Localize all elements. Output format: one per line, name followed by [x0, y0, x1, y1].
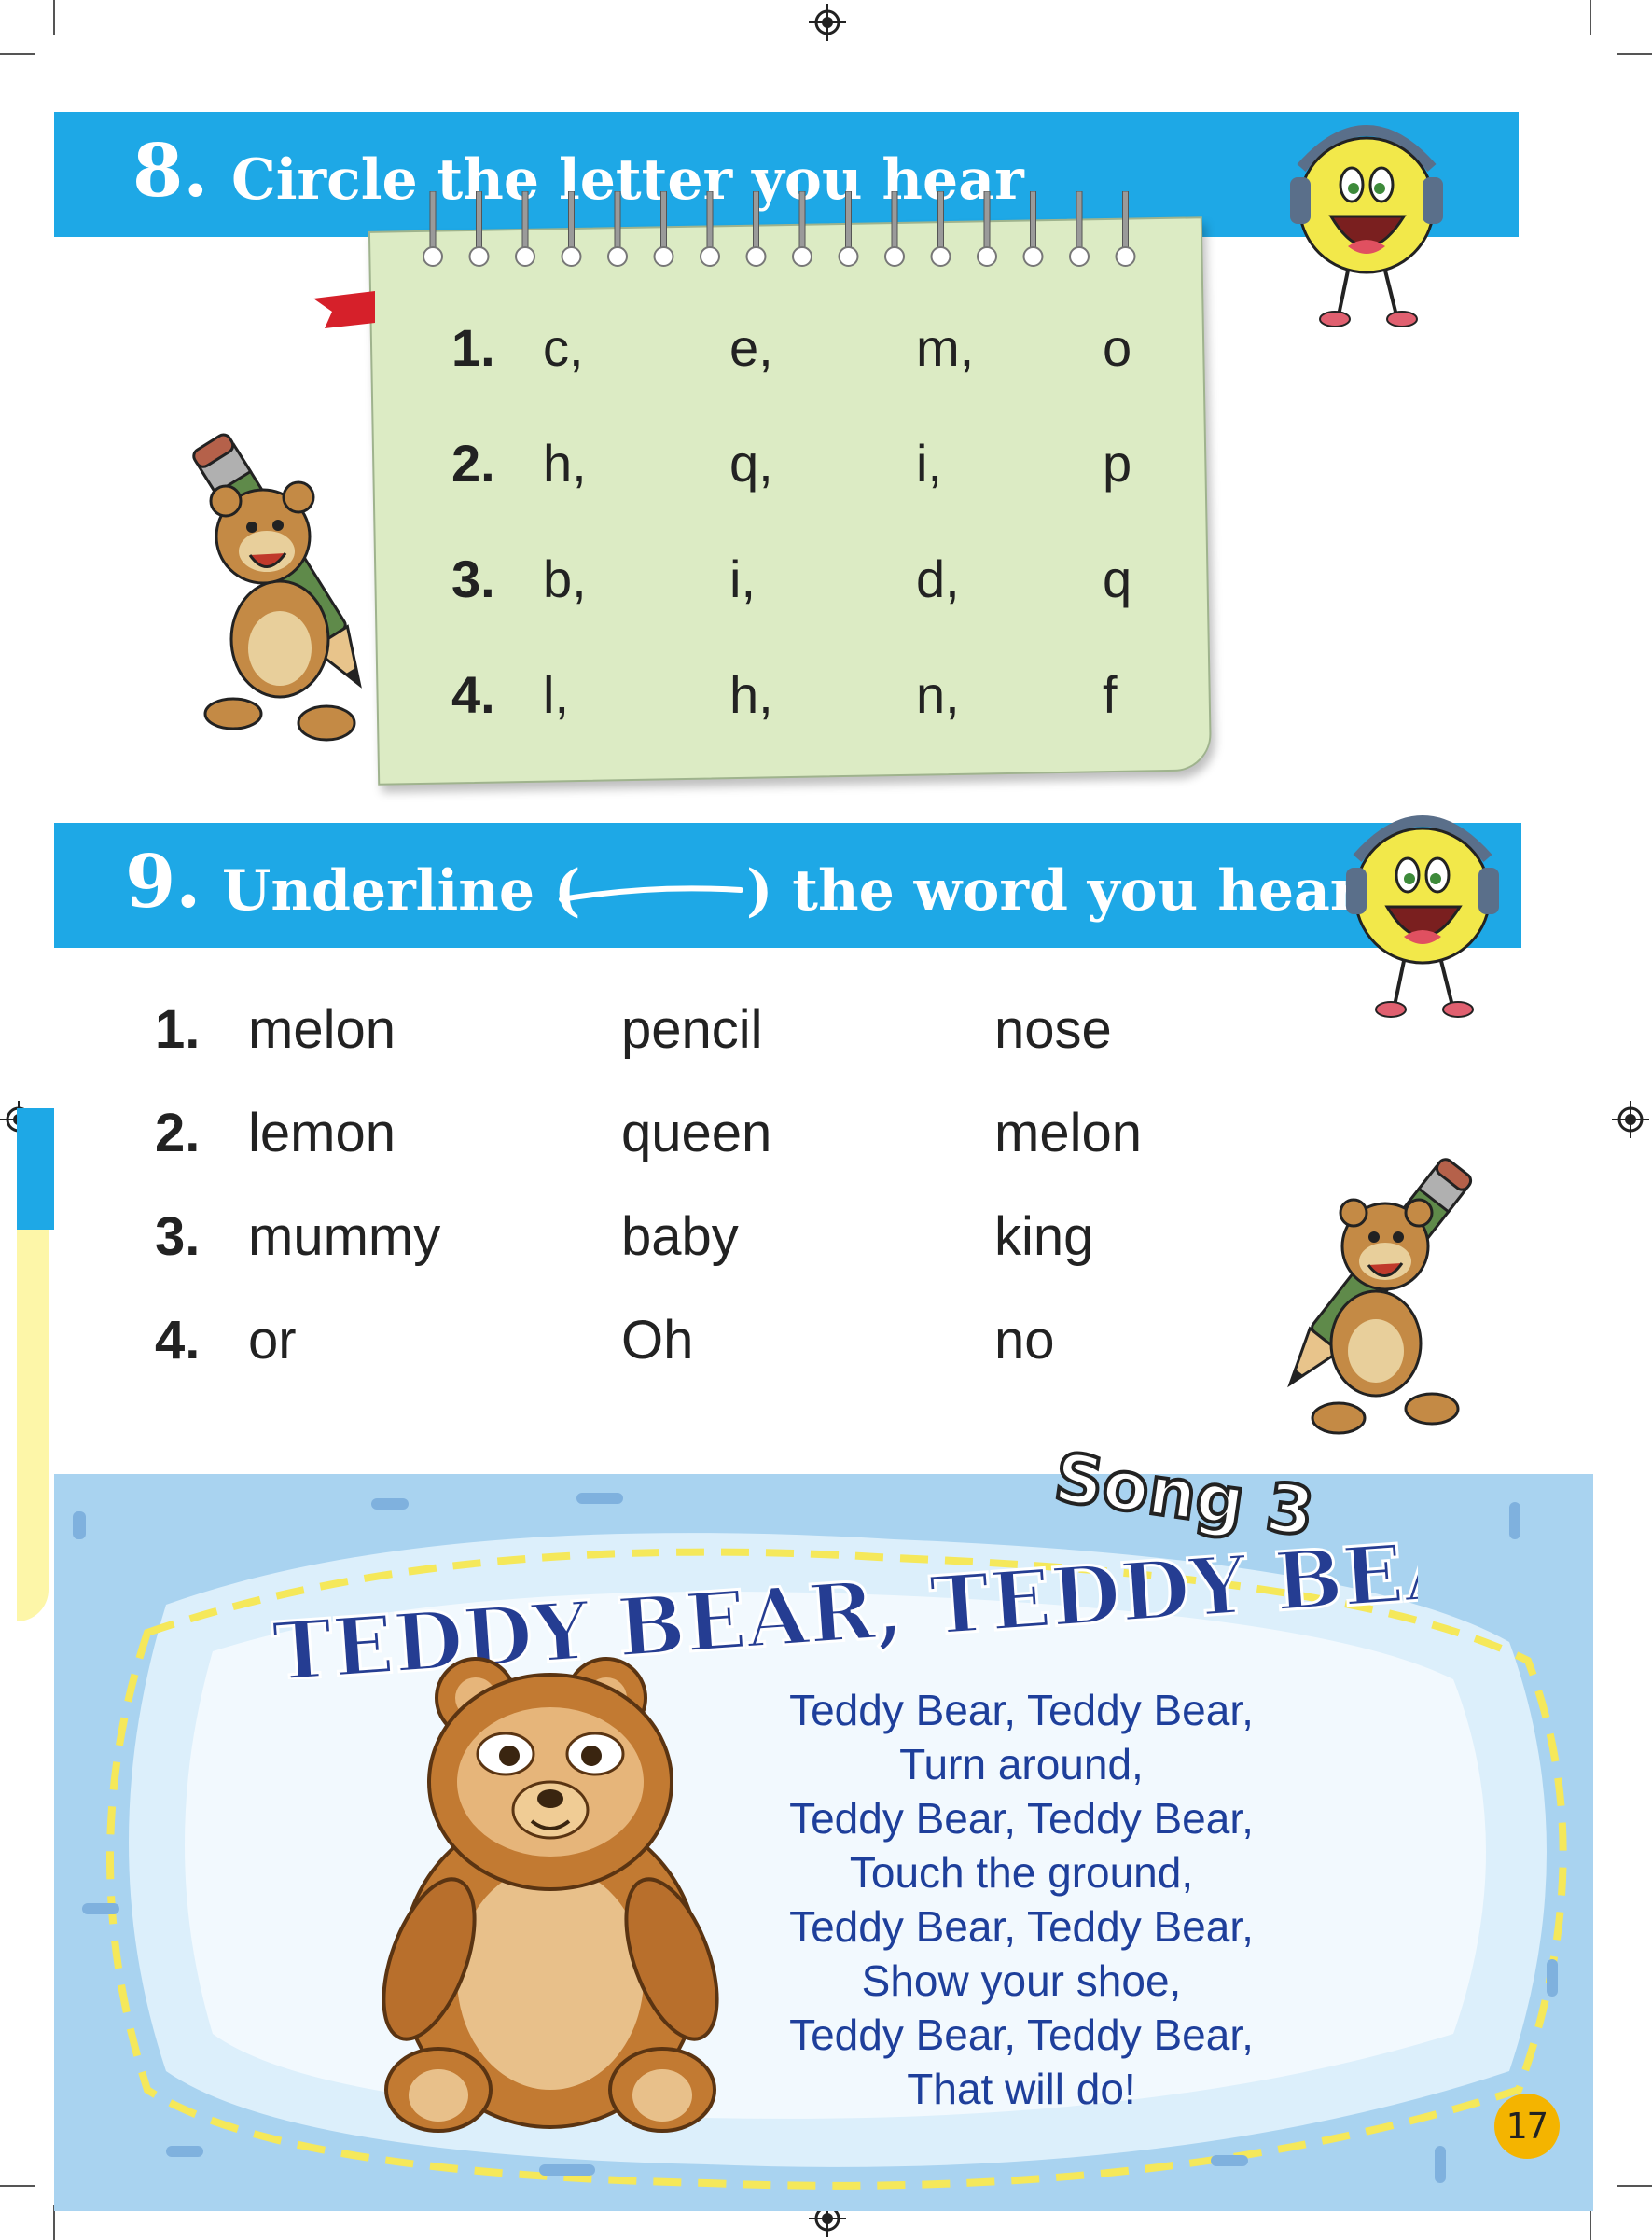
- letter-option[interactable]: h,: [543, 433, 587, 494]
- item-number: 4.: [155, 1310, 201, 1370]
- underline-sample-icon: [559, 885, 743, 902]
- word-option[interactable]: pencil: [621, 998, 763, 1061]
- spiral-ring: [660, 191, 667, 250]
- letter-option[interactable]: f: [1103, 664, 1118, 725]
- word-option[interactable]: Oh: [621, 1309, 693, 1371]
- letter-option[interactable]: q,: [729, 433, 773, 494]
- section-number: 9.: [125, 840, 201, 925]
- section-title-end: ) the word you hear: [746, 858, 1360, 924]
- letter-option[interactable]: l,: [543, 664, 569, 725]
- spiral-hole: [930, 246, 951, 267]
- page-number: 17: [1506, 2106, 1548, 2147]
- letter-option[interactable]: i,: [729, 549, 756, 609]
- lyric-line: Show your shoe,: [861, 1956, 1182, 2005]
- spiral-ring: [706, 191, 714, 250]
- section-9-banner: 9. Underline ( ) the word you hear: [54, 823, 1521, 948]
- spiral-ring: [1122, 191, 1129, 250]
- section-number: 8.: [132, 129, 209, 214]
- lyric-line: Turn around,: [899, 1740, 1144, 1788]
- letter-row: 1. c, e, m, o: [373, 317, 1203, 392]
- spiral-hole: [1115, 246, 1136, 267]
- letter-option[interactable]: e,: [729, 317, 773, 378]
- spiral-hole: [1069, 246, 1090, 267]
- spiral-hole: [745, 246, 767, 267]
- registration-mark-icon: [809, 4, 846, 41]
- word-option[interactable]: melon: [248, 998, 396, 1061]
- letter-grid: 1. c, e, m, o 2. h, q, i, p 3. b, i, d, …: [373, 224, 1203, 774]
- word-option[interactable]: or: [248, 1309, 297, 1371]
- word-option[interactable]: melon: [994, 1102, 1142, 1164]
- spiral-hole: [423, 246, 443, 267]
- spiral-ring: [614, 191, 621, 250]
- item-number: 4.: [451, 665, 495, 724]
- spiral-ring: [845, 191, 852, 250]
- spiral-ring: [476, 191, 482, 250]
- spiral-hole: [653, 246, 674, 267]
- letter-option[interactable]: o: [1103, 317, 1131, 378]
- spiral-hole: [838, 246, 859, 267]
- lyric-line: Teddy Bear, Teddy Bear,: [789, 1686, 1254, 1734]
- spiral-ring: [568, 191, 575, 250]
- spiral-hole: [792, 246, 812, 267]
- word-option[interactable]: nose: [994, 998, 1112, 1061]
- letter-option[interactable]: n,: [916, 664, 960, 725]
- spiral-ring: [753, 191, 759, 250]
- word-option[interactable]: baby: [621, 1205, 739, 1268]
- item-number: 3.: [451, 550, 495, 608]
- lyric-line: Teddy Bear, Teddy Bear,: [789, 1794, 1254, 1843]
- letter-option[interactable]: p: [1103, 433, 1131, 494]
- notebook: 1. c, e, m, o 2. h, q, i, p 3. b, i, d, …: [368, 216, 1222, 791]
- item-number: 2.: [155, 1103, 201, 1163]
- lyric-line: Teddy Bear, Teddy Bear,: [789, 2010, 1254, 2059]
- page-number-badge: 17: [1494, 2094, 1560, 2159]
- red-ribbon-icon: [313, 291, 375, 328]
- spiral-ring: [1030, 191, 1036, 250]
- section-title-start: Underline (: [222, 858, 581, 924]
- lyric-line: Teddy Bear, Teddy Bear,: [789, 1902, 1254, 1951]
- word-option[interactable]: lemon: [248, 1102, 396, 1164]
- item-number: 1.: [451, 318, 495, 377]
- word-option[interactable]: mummy: [248, 1205, 440, 1268]
- item-number: 1.: [155, 999, 201, 1060]
- letter-row: 2. h, q, i, p: [373, 433, 1203, 508]
- spiral-ring: [983, 191, 991, 250]
- spiral-hole: [700, 246, 720, 267]
- word-row: 1. melon pencil nose: [0, 998, 1652, 1073]
- spiral-hole: [468, 246, 490, 267]
- letter-option[interactable]: q: [1103, 549, 1131, 609]
- letter-option[interactable]: d,: [916, 549, 960, 609]
- spiral-hole: [607, 246, 628, 267]
- spiral-ring: [429, 191, 437, 250]
- letter-row: 4. l, h, n, f: [373, 664, 1203, 739]
- letter-option[interactable]: m,: [916, 317, 974, 378]
- item-number: 3.: [155, 1206, 201, 1267]
- spiral-hole: [977, 246, 997, 267]
- spiral-binding-icon: [423, 191, 1136, 267]
- letter-row: 3. b, i, d, q: [373, 549, 1203, 623]
- spiral-ring: [891, 191, 898, 250]
- letter-option[interactable]: b,: [543, 549, 587, 609]
- spiral-ring: [1076, 191, 1083, 250]
- spiral-hole: [884, 246, 905, 267]
- spiral-hole: [1022, 246, 1044, 267]
- spiral-ring: [937, 191, 944, 250]
- lyric-line: That will do!: [907, 2065, 1136, 2113]
- smiley-headphones-icon: [1290, 125, 1443, 327]
- teddy-bear-icon: [382, 1657, 719, 2133]
- spiral-hole: [515, 246, 535, 267]
- spiral-ring: [521, 191, 529, 250]
- word-option[interactable]: no: [994, 1309, 1055, 1371]
- bear-with-pencil-icon: [192, 433, 362, 742]
- bear-with-pencil-icon: [1287, 1158, 1473, 1435]
- word-option[interactable]: queen: [621, 1102, 771, 1164]
- smiley-headphones-icon: [1346, 815, 1499, 1018]
- spiral-ring: [798, 191, 806, 250]
- letter-option[interactable]: i,: [916, 433, 942, 494]
- letter-option[interactable]: h,: [729, 664, 773, 725]
- letter-option[interactable]: c,: [543, 317, 584, 378]
- spiral-hole: [561, 246, 582, 267]
- word-option[interactable]: king: [994, 1205, 1093, 1268]
- item-number: 2.: [451, 434, 495, 493]
- lyric-line: Touch the ground,: [849, 1848, 1194, 1897]
